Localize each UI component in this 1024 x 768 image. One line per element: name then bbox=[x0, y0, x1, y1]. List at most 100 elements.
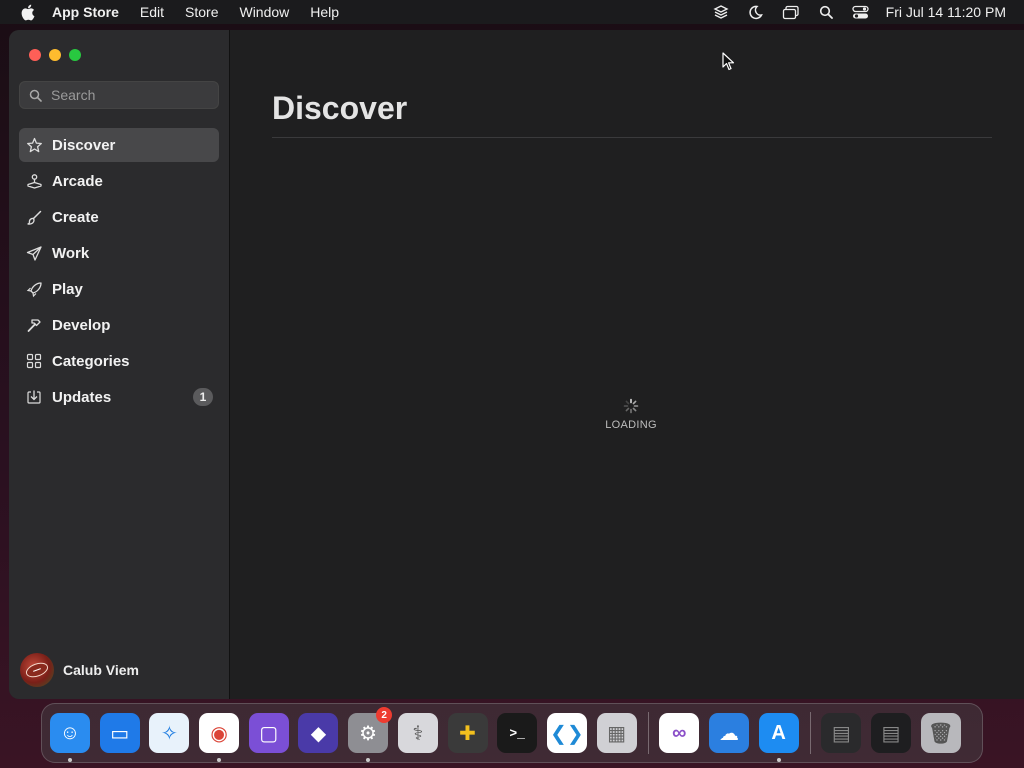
dock-app-shortcuts[interactable]: ◆ bbox=[298, 713, 339, 753]
safari-icon: ✧ bbox=[160, 722, 178, 745]
brush-icon bbox=[25, 208, 43, 226]
close-window-button[interactable] bbox=[29, 49, 41, 61]
account-profile[interactable]: Calub Viem bbox=[20, 653, 139, 687]
chrome-icon: ◉ bbox=[210, 722, 228, 745]
control-center-icon[interactable] bbox=[852, 3, 870, 21]
dock-separator bbox=[648, 712, 650, 754]
visualstudio-icon: ∞ bbox=[672, 721, 687, 744]
download-icon bbox=[25, 388, 43, 406]
app-store-window: Discover Arcade Create Work bbox=[9, 30, 1024, 699]
avatar[interactable] bbox=[20, 653, 54, 687]
dock-app-window-preview-1[interactable]: ▤ bbox=[821, 713, 862, 753]
colorpicker-icon: ✚ bbox=[459, 722, 476, 745]
vscode-icon: ❮❯ bbox=[550, 722, 584, 745]
sidebar-item-discover[interactable]: Discover bbox=[19, 128, 219, 162]
window-controls bbox=[29, 49, 89, 61]
title-divider bbox=[272, 137, 992, 138]
running-indicator bbox=[217, 758, 222, 762]
hammer-icon bbox=[25, 316, 43, 334]
sidebar-item-label: Categories bbox=[52, 352, 130, 370]
keynote-icon: ▭ bbox=[110, 722, 130, 745]
sidebar-item-develop[interactable]: Develop bbox=[19, 308, 219, 342]
dock-app-vs-code[interactable]: ❮❯ bbox=[546, 713, 587, 753]
sidebar-item-play[interactable]: Play bbox=[19, 272, 219, 306]
diskutility-icon: ⚕ bbox=[412, 722, 424, 745]
dock-app-trash[interactable]: 🗑 bbox=[920, 713, 961, 753]
apple-menu-icon[interactable] bbox=[18, 3, 36, 21]
rocket-icon bbox=[25, 280, 43, 298]
search-input[interactable] bbox=[51, 87, 211, 103]
sidebar-item-label: Discover bbox=[52, 136, 116, 154]
dock-app-color-picker[interactable]: ✚ bbox=[447, 713, 488, 753]
menu-help[interactable]: Help bbox=[310, 4, 339, 20]
appstore-icon: A bbox=[771, 721, 786, 744]
settings-icon: ⚙ bbox=[359, 722, 378, 745]
dock-app-window-preview-2[interactable]: ▤ bbox=[871, 713, 911, 753]
sidebar: Discover Arcade Create Work bbox=[9, 30, 230, 699]
dock-app-keynote[interactable]: ▭ bbox=[99, 713, 140, 753]
spotlight-search-icon[interactable] bbox=[817, 3, 835, 21]
sidebar-item-work[interactable]: Work bbox=[19, 236, 219, 270]
running-indicator bbox=[68, 758, 72, 762]
dock-app-safari[interactable]: ✧ bbox=[149, 713, 190, 753]
notification-badge: 2 bbox=[376, 707, 393, 723]
menu-app-name[interactable]: App Store bbox=[52, 4, 119, 20]
dock: ☺ ▭ ✧ ◉ ▢ ◆ ⚙ 2 ⚕ ✚ >_ ❮❯ ▦ ∞ ☁ A ▤ ▤ 🗑 bbox=[41, 703, 983, 763]
sidebar-nav: Discover Arcade Create Work Play Develop… bbox=[19, 128, 219, 416]
zoom-window-button[interactable] bbox=[69, 49, 81, 61]
menu-clock[interactable]: Fri Jul 14 11:20 PM bbox=[886, 4, 1006, 20]
mouse-pointer-icon bbox=[722, 52, 736, 72]
sidebar-item-label: Updates bbox=[52, 388, 112, 406]
account-name[interactable]: Calub Viem bbox=[63, 662, 139, 678]
dock-app-disk-utility[interactable]: ⚕ bbox=[397, 713, 438, 753]
trash-icon: 🗑 bbox=[927, 722, 954, 745]
search-field[interactable] bbox=[19, 81, 219, 109]
dock-app-finder[interactable]: ☺ bbox=[50, 713, 90, 762]
shortcuts-icon: ◆ bbox=[310, 722, 327, 745]
simulator-icon: ▢ bbox=[259, 722, 279, 745]
window-thumbnail-icon: ▤ bbox=[831, 722, 851, 745]
window-thumbnail-icon: ▤ bbox=[881, 722, 901, 745]
page-title: Discover bbox=[272, 90, 408, 126]
menu-window[interactable]: Window bbox=[239, 4, 289, 20]
menu-bar: App Store Edit Store Window Help Fri Jul… bbox=[0, 0, 1024, 24]
paperplane-icon bbox=[25, 244, 43, 262]
launchpad-icon: ▦ bbox=[607, 722, 627, 745]
screen-mirroring-icon[interactable] bbox=[782, 3, 800, 21]
sidebar-item-updates[interactable]: Updates 1 bbox=[19, 380, 219, 414]
dock-app-app-store[interactable]: A bbox=[758, 713, 799, 762]
joystick-icon bbox=[25, 172, 43, 190]
menu-edit[interactable]: Edit bbox=[140, 4, 164, 20]
dock-app-terminal[interactable]: >_ bbox=[497, 713, 538, 753]
sidebar-item-create[interactable]: Create bbox=[19, 200, 219, 234]
star-icon bbox=[25, 136, 43, 154]
dock-app-launchpad[interactable]: ▦ bbox=[596, 713, 637, 753]
dock-app-simulator[interactable]: ▢ bbox=[248, 713, 289, 753]
running-indicator bbox=[366, 758, 371, 762]
finder-icon: ☺ bbox=[59, 721, 81, 744]
sidebar-item-categories[interactable]: Categories bbox=[19, 344, 219, 378]
dock-app-chrome[interactable]: ◉ bbox=[199, 713, 240, 762]
dock-app-system-settings[interactable]: ⚙ 2 bbox=[348, 707, 393, 762]
updates-count-badge: 1 bbox=[193, 388, 213, 406]
sidebar-item-label: Arcade bbox=[52, 172, 103, 190]
moon-icon[interactable] bbox=[747, 3, 765, 21]
dock-separator bbox=[810, 712, 812, 754]
dock-app-visual-studio[interactable]: ∞ bbox=[659, 713, 700, 753]
sidebar-item-label: Play bbox=[52, 280, 83, 298]
dock-app-weather[interactable]: ☁ bbox=[708, 713, 749, 753]
loading-label: LOADING bbox=[605, 419, 657, 431]
grid-icon bbox=[25, 352, 43, 370]
terminal-icon: >_ bbox=[509, 725, 525, 741]
sidebar-item-label: Work bbox=[52, 244, 90, 262]
sidebar-item-arcade[interactable]: Arcade bbox=[19, 164, 219, 198]
sidebar-item-label: Create bbox=[52, 208, 99, 226]
search-icon bbox=[28, 88, 42, 102]
minimize-window-button[interactable] bbox=[49, 49, 61, 61]
sidebar-item-label: Develop bbox=[52, 316, 111, 334]
layers-icon[interactable] bbox=[712, 3, 730, 21]
menu-store[interactable]: Store bbox=[185, 4, 218, 20]
main-content: Discover LOADING bbox=[231, 30, 1024, 699]
spinner-icon bbox=[623, 398, 639, 414]
weather-icon: ☁ bbox=[718, 722, 739, 745]
